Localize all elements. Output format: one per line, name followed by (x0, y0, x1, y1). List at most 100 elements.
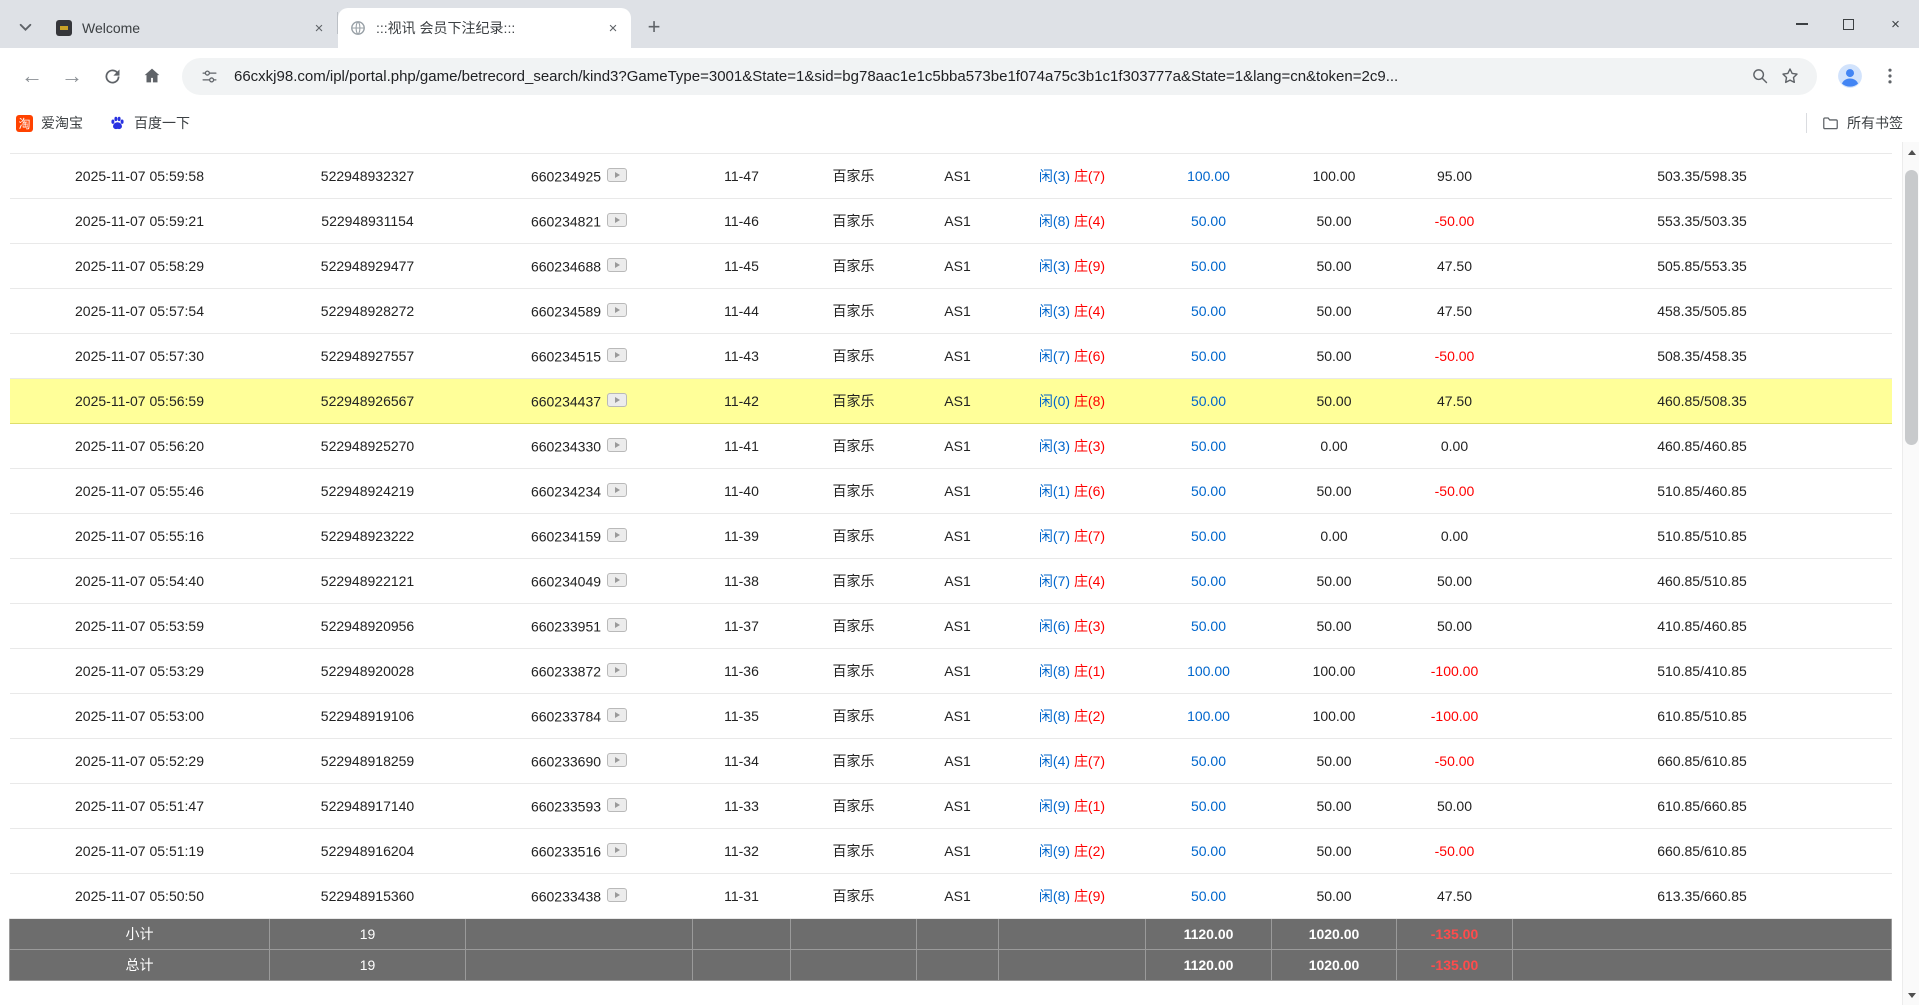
replay-video-icon[interactable] (607, 483, 627, 500)
replay-video-icon[interactable] (607, 888, 627, 905)
scrollbar-thumb[interactable] (1905, 170, 1918, 445)
bookmark-taobao[interactable]: 淘 爱淘宝 (16, 109, 83, 137)
table-row[interactable]: 2025-11-07 05:53:59 522948920956 6602339… (10, 604, 1892, 649)
cell-game-type: 百家乐 (791, 154, 917, 199)
cell-bet-amount[interactable]: 50.00 (1146, 829, 1272, 874)
cell-bet-amount[interactable]: 50.00 (1146, 559, 1272, 604)
bookmark-star-button[interactable] (1775, 61, 1805, 91)
replay-video-icon[interactable] (607, 843, 627, 860)
cell-game-type: 百家乐 (791, 379, 917, 424)
replay-video-icon[interactable] (607, 618, 627, 635)
cell-bet-amount[interactable]: 50.00 (1146, 514, 1272, 559)
table-row[interactable]: 2025-11-07 05:52:29 522948918259 6602336… (10, 739, 1892, 784)
url-text[interactable]: 66cxkj98.com/ipl/portal.php/game/betreco… (234, 68, 1745, 85)
url-bar[interactable]: 66cxkj98.com/ipl/portal.php/game/betreco… (182, 58, 1817, 95)
cell-win-loss: -50.00 (1397, 334, 1513, 379)
scroll-up-arrow[interactable] (1903, 144, 1919, 160)
cell-balance: 458.35/505.85 (1513, 289, 1892, 334)
zoom-button[interactable] (1745, 61, 1775, 91)
bet-banker: 庄(2) (1074, 708, 1105, 724)
table-row[interactable]: 2025-11-07 05:59:58 522948932327 6602349… (10, 154, 1892, 199)
new-tab-button[interactable]: + (639, 12, 669, 42)
replay-video-icon[interactable] (607, 708, 627, 725)
maximize-button[interactable] (1825, 0, 1872, 48)
cell-win-loss: 50.00 (1397, 559, 1513, 604)
table-row[interactable]: 2025-11-07 05:51:47 522948917140 6602335… (10, 784, 1892, 829)
scroll-down-arrow[interactable] (1903, 987, 1919, 1003)
cell-bet-amount[interactable]: 100.00 (1146, 649, 1272, 694)
browser-menu-button[interactable] (1873, 59, 1907, 93)
replay-video-icon[interactable] (607, 213, 627, 230)
table-row[interactable]: 2025-11-07 05:55:46 522948924219 6602342… (10, 469, 1892, 514)
cell-bet-amount[interactable]: 50.00 (1146, 874, 1272, 919)
bet-banker: 庄(1) (1074, 798, 1105, 814)
tab-close-icon[interactable]: × (309, 18, 329, 38)
replay-video-icon[interactable] (607, 393, 627, 410)
table-row[interactable]: 2025-11-07 05:50:50 522948915360 6602334… (10, 874, 1892, 919)
cell-bet-amount[interactable]: 50.00 (1146, 379, 1272, 424)
cell-balance: 460.85/510.85 (1513, 559, 1892, 604)
back-button[interactable]: ← (12, 56, 52, 96)
cell-table-name: AS1 (917, 829, 999, 874)
cell-bet-amount[interactable]: 50.00 (1146, 199, 1272, 244)
table-row[interactable]: 2025-11-07 05:57:54 522948928272 6602345… (10, 289, 1892, 334)
tab-close-icon[interactable]: × (603, 18, 623, 38)
all-bookmarks-label: 所有书签 (1847, 113, 1903, 133)
bet-banker: 庄(6) (1074, 348, 1105, 364)
cell-time: 2025-11-07 05:55:46 (10, 469, 270, 514)
reload-button[interactable] (92, 56, 132, 96)
table-row[interactable]: 2025-11-07 05:51:19 522948916204 6602335… (10, 829, 1892, 874)
cell-bet-amount[interactable]: 50.00 (1146, 739, 1272, 784)
replay-video-icon[interactable] (607, 528, 627, 545)
replay-video-icon[interactable] (607, 573, 627, 590)
replay-video-icon[interactable] (607, 798, 627, 815)
table-row[interactable]: 2025-11-07 05:57:30 522948927557 6602345… (10, 334, 1892, 379)
bookmark-label: 爱淘宝 (41, 113, 83, 133)
page-scrollbar[interactable] (1902, 142, 1919, 1005)
cell-bet-amount[interactable]: 50.00 (1146, 469, 1272, 514)
cell-round: 11-32 (693, 829, 791, 874)
cell-bet-content: 闲(8) 庄(9) (999, 874, 1146, 919)
cell-balance: 505.85/553.35 (1513, 244, 1892, 289)
tab-bet-records[interactable]: :::视讯 会员下注纪录::: × (338, 8, 631, 48)
tab-search-button[interactable] (10, 12, 40, 42)
bet-banker: 庄(6) (1074, 483, 1105, 499)
table-row[interactable]: 2025-11-07 05:58:29 522948929477 6602346… (10, 244, 1892, 289)
table-row[interactable]: 2025-11-07 05:56:20 522948925270 6602343… (10, 424, 1892, 469)
cell-bet-amount[interactable]: 50.00 (1146, 784, 1272, 829)
all-bookmarks-button[interactable]: 所有书签 (1821, 113, 1903, 133)
cell-bet-amount[interactable]: 50.00 (1146, 424, 1272, 469)
cell-bet-amount[interactable]: 50.00 (1146, 604, 1272, 649)
table-row[interactable]: 2025-11-07 05:53:29 522948920028 6602338… (10, 649, 1892, 694)
cell-valid-amount: 50.00 (1272, 469, 1397, 514)
table-row[interactable]: 2025-11-07 05:53:00 522948919106 6602337… (10, 694, 1892, 739)
cell-bet-amount[interactable]: 50.00 (1146, 334, 1272, 379)
replay-video-icon[interactable] (607, 303, 627, 320)
site-info-button[interactable] (194, 61, 224, 91)
cell-bet-amount[interactable]: 100.00 (1146, 694, 1272, 739)
replay-video-icon[interactable] (607, 348, 627, 365)
replay-video-icon[interactable] (607, 258, 627, 275)
replay-video-icon[interactable] (607, 168, 627, 185)
bet-banker: 庄(2) (1074, 843, 1105, 859)
close-button[interactable]: × (1872, 0, 1919, 48)
home-button[interactable] (132, 56, 172, 96)
bet-banker: 庄(7) (1074, 528, 1105, 544)
tab-welcome[interactable]: Welcome × (44, 8, 337, 48)
cell-empty (693, 919, 791, 950)
replay-video-icon[interactable] (607, 663, 627, 680)
cell-bet-amount[interactable]: 50.00 (1146, 289, 1272, 334)
minimize-button[interactable] (1778, 0, 1825, 48)
cell-bet-amount[interactable]: 100.00 (1146, 154, 1272, 199)
cell-bet-amount[interactable]: 50.00 (1146, 244, 1272, 289)
forward-button[interactable]: → (52, 56, 92, 96)
cell-table-name: AS1 (917, 559, 999, 604)
replay-video-icon[interactable] (607, 438, 627, 455)
table-row[interactable]: 2025-11-07 05:59:21 522948931154 6602348… (10, 199, 1892, 244)
bookmark-baidu[interactable]: 百度一下 (109, 109, 190, 137)
table-row[interactable]: 2025-11-07 05:55:16 522948923222 6602341… (10, 514, 1892, 559)
profile-button[interactable] (1833, 59, 1867, 93)
table-row[interactable]: 2025-11-07 05:56:59 522948926567 6602344… (10, 379, 1892, 424)
replay-video-icon[interactable] (607, 753, 627, 770)
table-row[interactable]: 2025-11-07 05:54:40 522948922121 6602340… (10, 559, 1892, 604)
